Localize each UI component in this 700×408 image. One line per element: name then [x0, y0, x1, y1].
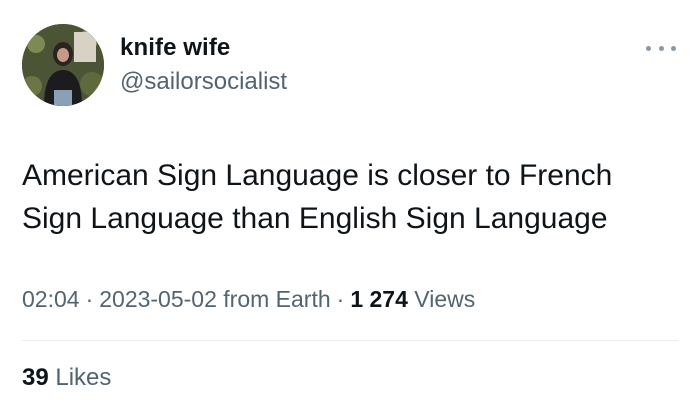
tweet-source: from Earth [223, 286, 331, 312]
tweet-date[interactable]: 2023-05-02 [99, 286, 217, 312]
avatar[interactable] [22, 24, 104, 106]
divider [22, 340, 678, 341]
views-label: Views [414, 286, 476, 312]
tweet-meta: 02:04 · 2023-05-02 from Earth · 1 274 Views [22, 286, 475, 313]
author-display-name[interactable]: knife wife [120, 34, 230, 62]
more-options-button[interactable] [646, 40, 676, 56]
tweet-text: American Sign Language is closer to Fren… [22, 159, 613, 235]
tweet-time[interactable]: 02:04 [22, 286, 80, 312]
likes-label: Likes [55, 364, 112, 391]
meta-separator: · [336, 286, 345, 312]
views-count: 1 274 [350, 286, 408, 312]
more-options-icon [646, 45, 651, 51]
profile-photo-icon [22, 24, 104, 106]
meta-separator: · [85, 286, 94, 312]
author-handle[interactable]: @sailorsocialist [120, 68, 287, 96]
likes-count: 39 [22, 364, 49, 391]
tweet-card: knife wife @sailorsocialist American Sig… [0, 0, 700, 408]
more-options-icon [658, 45, 664, 51]
more-options-icon [671, 45, 676, 51]
likes-link[interactable]: 39 Likes [22, 364, 111, 392]
